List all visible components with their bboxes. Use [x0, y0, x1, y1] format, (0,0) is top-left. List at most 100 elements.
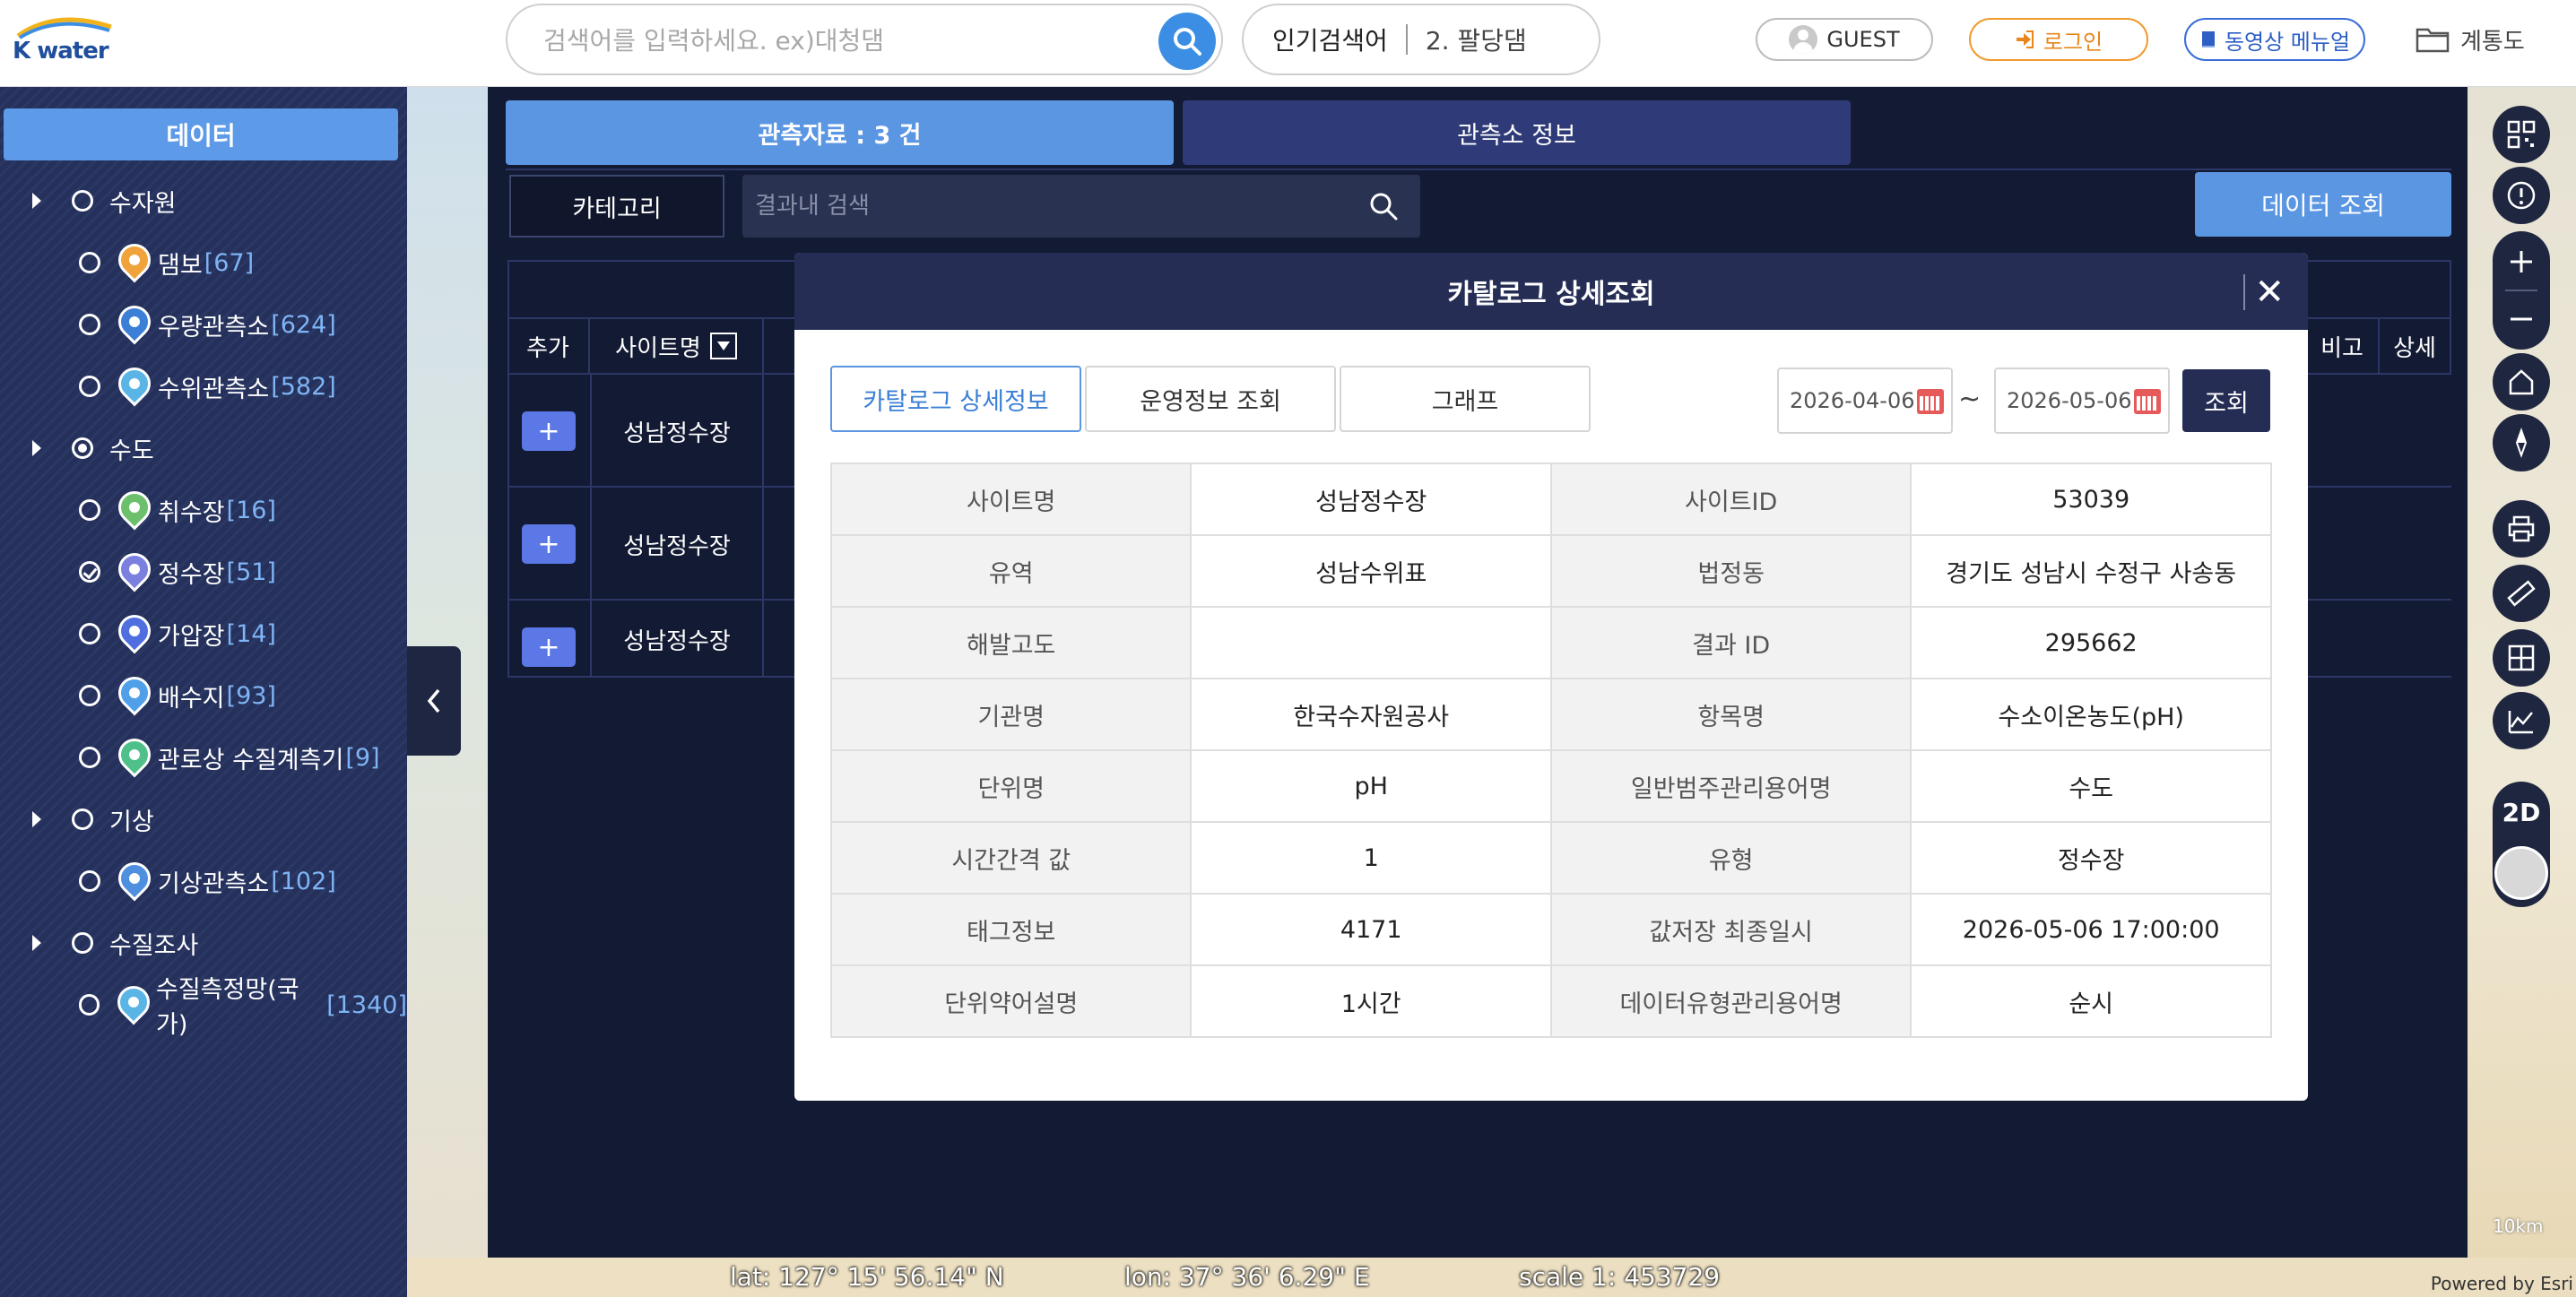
- popular-search[interactable]: 인기검색어 2. 팔당댐: [1242, 4, 1600, 75]
- calendar-icon[interactable]: [1917, 389, 1944, 414]
- detail-label: 데이터유형관리용어명: [1549, 964, 1912, 1038]
- user-avatar-icon: [1789, 25, 1818, 54]
- layer-radio[interactable]: [79, 376, 100, 397]
- search-input[interactable]: [543, 20, 1117, 61]
- group-radio[interactable]: [72, 437, 93, 459]
- search-icon[interactable]: [1368, 191, 1399, 221]
- layer-item-count: [624]: [271, 310, 336, 339]
- date-from-field[interactable]: 2026-04-06: [1777, 367, 1953, 434]
- search-button[interactable]: [1158, 13, 1216, 70]
- data-query-button[interactable]: 데이터 조회: [2195, 172, 2451, 237]
- add-row-button[interactable]: +: [522, 627, 576, 667]
- detail-value: 성남정수장: [1190, 463, 1552, 536]
- group-radio[interactable]: [72, 808, 93, 830]
- layer-item[interactable]: 정수장 [51]: [0, 546, 276, 596]
- layer-group[interactable]: 기상: [0, 795, 154, 843]
- video-manual-button[interactable]: 동영상 메뉴얼: [2184, 18, 2365, 61]
- layer-group[interactable]: 수도: [0, 424, 154, 472]
- expand-arrow-icon[interactable]: [32, 935, 41, 951]
- view-mode-label: 2D: [2502, 798, 2541, 827]
- group-radio[interactable]: [72, 190, 93, 212]
- add-row-button[interactable]: +: [522, 411, 576, 451]
- detail-label: 일반범주관리용어명: [1549, 749, 1912, 823]
- kwater-logo[interactable]: K water: [11, 13, 118, 66]
- query-button[interactable]: 조회: [2182, 369, 2270, 432]
- layer-radio[interactable]: [79, 870, 100, 892]
- detail-label: 항목명: [1549, 678, 1912, 751]
- detail-value: 한국수자원공사: [1190, 678, 1552, 751]
- info-button[interactable]: [2493, 167, 2550, 224]
- layer-item[interactable]: 기상관측소 [102]: [0, 855, 336, 905]
- popular-search-value[interactable]: 2. 팔당댐: [1426, 22, 1527, 57]
- layers-grid-button[interactable]: [2493, 629, 2550, 687]
- layer-item[interactable]: 우량관측소 [624]: [0, 298, 336, 349]
- layer-item-count: [9]: [345, 743, 380, 772]
- map-pin-icon: [111, 484, 158, 531]
- layer-item[interactable]: 취수장 [16]: [0, 484, 276, 534]
- tab-operation-info[interactable]: 운영정보 조회: [1085, 366, 1336, 432]
- home-button[interactable]: [2493, 353, 2550, 411]
- detail-label: 기관명: [829, 678, 1193, 751]
- add-row-button[interactable]: +: [522, 524, 576, 564]
- calendar-icon[interactable]: [2134, 389, 2161, 414]
- detail-value: [1190, 606, 1552, 679]
- compass-button[interactable]: [2493, 414, 2550, 471]
- qr-code-button[interactable]: [2493, 106, 2550, 163]
- zoom-out-button[interactable]: [2493, 290, 2550, 350]
- view-mode-knob[interactable]: [2494, 846, 2548, 900]
- layer-radio[interactable]: [79, 499, 100, 521]
- zoom-in-button[interactable]: [2493, 231, 2550, 290]
- layer-radio[interactable]: [79, 994, 100, 1016]
- logo-arc-icon: [16, 17, 112, 39]
- result-search-input[interactable]: [755, 187, 1329, 225]
- measure-button[interactable]: [2493, 565, 2550, 622]
- detail-label: 해발고도: [829, 606, 1193, 679]
- layer-radio[interactable]: [79, 685, 100, 706]
- system-diagram-button[interactable]: 계통도: [2416, 18, 2550, 61]
- layer-item[interactable]: 수위관측소 [582]: [0, 360, 336, 411]
- layer-radio[interactable]: [79, 314, 100, 335]
- layer-radio[interactable]: [79, 252, 100, 273]
- date-to-field[interactable]: 2026-05-06: [1994, 367, 2170, 434]
- close-button[interactable]: ✕: [2243, 272, 2285, 313]
- layer-radio[interactable]: [79, 747, 100, 768]
- detail-row: 시간간격 값 1 유형 정수장: [829, 821, 2272, 895]
- detail-value: 수소이온농도(pH): [1910, 678, 2272, 751]
- tab-catalog-detail[interactable]: 카탈로그 상세정보: [830, 366, 1081, 432]
- layer-item[interactable]: 가압장 [14]: [0, 608, 276, 658]
- login-icon: [2016, 30, 2034, 48]
- layer-item-label: 우량관측소: [158, 313, 270, 342]
- layer-item[interactable]: 댐보 [67]: [0, 237, 254, 287]
- tab-graph[interactable]: 그래프: [1340, 366, 1591, 432]
- panel-divider: [506, 169, 2451, 170]
- catalog-detail-table: 사이트명 성남정수장 사이트ID 53039 유역 성남수위표 법정동 경기도 성남시 수정구…: [829, 463, 2272, 1038]
- layer-radio[interactable]: [79, 561, 100, 583]
- category-button[interactable]: 카테고리: [509, 175, 724, 238]
- print-button[interactable]: [2493, 500, 2550, 558]
- expand-arrow-icon[interactable]: [32, 193, 41, 209]
- layer-item[interactable]: 배수지 [93]: [0, 670, 276, 720]
- layer-item[interactable]: 수질측정망(국가) [1340]: [0, 976, 407, 1039]
- layer-item[interactable]: 관로상 수질계측기 [9]: [0, 731, 380, 782]
- guest-button[interactable]: GUEST: [1756, 18, 1933, 61]
- terrain-profile-button[interactable]: [2493, 692, 2550, 749]
- layer-group[interactable]: 수질조사: [0, 919, 198, 967]
- expand-arrow-icon[interactable]: [32, 440, 41, 456]
- expand-arrow-icon[interactable]: [32, 811, 41, 827]
- layer-item-count: [582]: [271, 372, 336, 401]
- home-icon: [2509, 369, 2534, 395]
- tab-observation-data[interactable]: 관측자료 : 3 건: [506, 100, 1174, 165]
- sidebar-title[interactable]: 데이터: [4, 108, 398, 160]
- layer-item-label: 수질측정망(국가): [156, 976, 299, 1039]
- login-button[interactable]: 로그인: [1969, 18, 2148, 61]
- layer-group[interactable]: 수자원: [0, 177, 177, 225]
- group-radio[interactable]: [72, 932, 93, 954]
- column-site[interactable]: 사이트명: [590, 317, 764, 375]
- sidebar-collapse-button[interactable]: [407, 646, 461, 756]
- powered-by-esri: Powered by Esri: [2430, 1273, 2573, 1294]
- sort-dropdown-icon[interactable]: [709, 333, 737, 359]
- close-icon: ✕: [2254, 272, 2285, 313]
- tab-station-info[interactable]: 관측소 정보: [1183, 100, 1851, 165]
- layer-radio[interactable]: [79, 623, 100, 644]
- qr-code-icon: [2507, 120, 2536, 149]
